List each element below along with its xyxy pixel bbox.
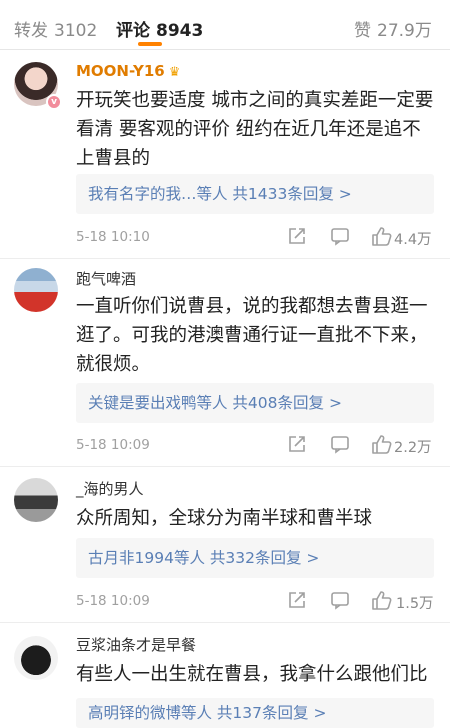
tab-likes-count: 27.9万 [377, 21, 432, 41]
tab-repost-count: 3102 [54, 21, 98, 41]
comment-text: 一直听你们说曹县，说的我都想去曹县逛一逛了。可我的港澳曹通行证一直批不下来，就很… [76, 296, 428, 375]
comment-icon[interactable] [330, 434, 350, 454]
comment-icon[interactable] [330, 590, 350, 610]
replies-link[interactable]: 我有名字的我…等人 共1433条回复 > [76, 174, 434, 214]
comment-text: 开玩笑也要适度 城市之间的真实差距一定要看清 要客观的评价 纽约在近几年还是追不… [76, 90, 434, 169]
tab-repost[interactable]: 转发 3102 [14, 16, 97, 41]
divider [0, 466, 450, 467]
like-count: 1.5万 [396, 596, 434, 612]
like-thumb-icon[interactable] [370, 433, 392, 455]
like-count: 4.4万 [394, 232, 432, 248]
share-icon[interactable] [287, 226, 307, 246]
avatar[interactable] [14, 478, 58, 522]
comment-text: 有些人一出生就在曹县，我拿什么跟他们比 [76, 664, 428, 685]
divider [0, 258, 450, 259]
tab-comments-label: 评论 [116, 21, 150, 41]
comment-username[interactable]: 豆浆油条才是早餐 [76, 634, 196, 655]
comment-time: 5-18 10:09 [76, 593, 150, 609]
divider [0, 622, 450, 623]
active-tab-indicator [138, 42, 162, 46]
tab-repost-label: 转发 [14, 21, 48, 41]
crown-icon: ♛ [168, 65, 181, 80]
replies-link[interactable]: 高明铎的微博等人 共137条回复 > [76, 698, 434, 728]
share-icon[interactable] [287, 434, 307, 454]
comment-text: 众所周知，全球分为南半球和曹半球 [76, 508, 373, 529]
replies-link[interactable]: 关键是要出戏鸭等人 共408条回复 > [76, 383, 434, 423]
tab-likes-label: 赞 [354, 21, 371, 41]
tab-likes[interactable]: 赞 27.9万 [354, 16, 432, 41]
comment-icon[interactable] [330, 226, 350, 246]
verified-badge-icon: v [46, 94, 62, 110]
like-count: 2.2万 [394, 440, 432, 456]
comment-time: 5-18 10:10 [76, 229, 150, 245]
tab-comments[interactable]: 评论 8943 [116, 16, 203, 41]
comment-time: 5-18 10:09 [76, 437, 150, 453]
share-icon[interactable] [287, 590, 307, 610]
tab-comments-count: 8943 [156, 21, 204, 41]
avatar[interactable] [14, 636, 58, 680]
comment-tabs: 转发 3102 评论 8943 赞 27.9万 [0, 0, 450, 50]
comment-username-text: MOON-Y16 [76, 62, 165, 80]
comment-username[interactable]: _海的男人 [76, 478, 144, 499]
like-thumb-icon[interactable] [370, 589, 392, 611]
replies-link[interactable]: 古月非1994等人 共332条回复 > [76, 538, 434, 578]
comment-username[interactable]: 跑气啤酒 [76, 268, 136, 289]
comment-username[interactable]: MOON-Y16 ♛ [76, 62, 180, 80]
avatar[interactable] [14, 268, 58, 312]
like-thumb-icon[interactable] [370, 225, 392, 247]
